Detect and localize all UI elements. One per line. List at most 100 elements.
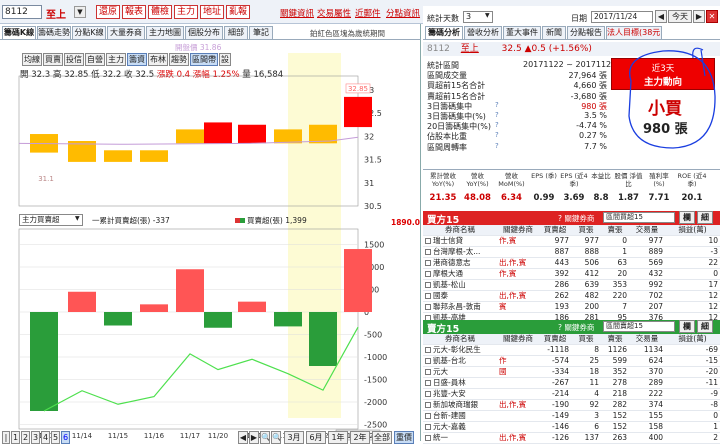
page-button-1[interactable]: 1 [11,431,20,444]
page-button-2[interactable]: 2 [21,431,30,444]
today-button[interactable]: 今天 [668,10,692,23]
broker-name-text: 凱基-台北 [433,356,466,365]
buy-period-select[interactable]: 區間買超15 [603,212,675,223]
fin-value-0: 21.35 [429,193,457,203]
table-row[interactable]: 台灣摩根-太... 887 888 1 889 -3 [423,246,720,258]
indicator-select[interactable]: 主力買賣超 [19,214,83,226]
broker-name-text: 元大 [433,367,448,376]
date-input[interactable]: 2017/11/24 [591,11,653,23]
column-header[interactable]: 關鍵券商 [497,334,539,345]
buy-detail-button[interactable]: 細 [697,211,713,224]
handwriting-annotation [628,47,716,149]
range-button-2[interactable]: 1年 [328,431,348,444]
sell-grid: 券商名稱 關鍵券商 買賣超 買張 賣張 交易量 損益(萬) 元大-彰化民生 -1118 8 1126… [423,334,720,444]
table-row[interactable]: 元大-彰化民生 -1118 8 1126 1134 -69 [423,344,720,356]
table-row[interactable]: 元大-嘉義 -146 6 152 158 1 [423,421,720,433]
row-checkbox[interactable] [425,435,431,441]
row-checkbox[interactable] [425,304,431,310]
row-checkbox[interactable] [425,260,431,266]
range-button-3[interactable]: 2年 [350,431,370,444]
buy-column-button[interactable]: 欄 [679,211,695,224]
table-row[interactable]: 港商德意志 出,作,賓 443 506 63 569 22 [423,257,720,269]
prev-icon[interactable]: ◀ [238,431,248,444]
table-row[interactable]: 元大 國 -334 18 352 370 -20 [423,366,720,378]
restore-button[interactable]: 還原 [96,5,120,19]
range-button-4[interactable]: 全部 [372,431,392,444]
next-day-button[interactable]: ▶ [693,10,705,23]
column-header[interactable]: 賣張 [601,334,629,345]
page-button-3[interactable]: 3 [31,431,40,444]
column-header[interactable]: 券商名稱 [423,334,497,345]
table-row[interactable]: 聯邦永昌-敦南 賓 193 200 7 207 12 [423,301,720,313]
sell-period-select[interactable]: 區間賣超15 [603,321,675,332]
column-header[interactable]: 買賣超 [539,334,571,345]
page-button-6[interactable]: 6 [61,431,70,444]
table-row[interactable]: 統一 出,作,賓 -126 137 263 400 2 [423,432,720,444]
broker-name: 凱基-台北 [423,355,497,367]
row-checkbox[interactable] [425,391,431,397]
broker-name: 台新-建國 [423,410,497,422]
link-key-info[interactable]: 關鍵資訊 [280,7,314,19]
zoom-in-icon[interactable]: 🔍 [260,431,270,444]
pager-first-icon[interactable]: | [2,431,10,444]
row-checkbox[interactable] [425,358,431,364]
column-header[interactable]: 賣張 [601,225,629,236]
main-force-button[interactable]: 主力 [174,5,198,19]
range-button-1[interactable]: 6月 [306,431,326,444]
column-header[interactable]: 損益(萬) [665,225,720,236]
column-header[interactable]: 買張 [571,334,601,345]
days-select-arrow[interactable]: ▼ [485,12,490,19]
column-header[interactable]: 交易量 [629,334,665,345]
row-checkbox[interactable] [425,249,431,255]
column-header[interactable]: 關鍵券商 [497,225,539,236]
row-checkbox[interactable] [425,424,431,430]
column-header[interactable]: 交易量 [629,225,665,236]
zoom-out-icon[interactable]: 🔍 [271,431,281,444]
row-checkbox[interactable] [425,271,431,277]
table-row[interactable]: 國泰 出,作,賓 262 482 220 702 12 [423,290,720,302]
row-checkbox[interactable] [425,293,431,299]
range-button-0[interactable]: 3月 [284,431,304,444]
row-checkbox[interactable] [425,402,431,408]
table-row[interactable]: 台新-建國 -149 3 152 155 0 [423,410,720,422]
page-button-4[interactable]: 4 [41,431,50,444]
sell-column-button[interactable]: 欄 [679,320,695,333]
row-checkbox[interactable] [425,369,431,375]
row-checkbox[interactable] [425,282,431,288]
next-icon[interactable]: ▶ [249,431,259,444]
row-checkbox[interactable] [425,380,431,386]
table-row[interactable]: 新加坡商瑞銀 出,作,賓 -190 92 282 374 -8 [423,399,720,411]
column-header[interactable]: 買張 [571,225,601,236]
table-cell: 18 [571,366,601,378]
column-header[interactable]: 券商名稱 [423,225,497,236]
checkup-button[interactable]: 體檢 [148,5,172,19]
report-button[interactable]: 報表 [122,5,146,19]
column-header[interactable]: 買賣超 [539,225,571,236]
net-bar-3 [140,304,168,312]
table-row[interactable]: 凱基-松山 286 639 353 992 17 [423,279,720,291]
column-header[interactable]: 損益(萬) [665,334,720,345]
row-checkbox[interactable] [425,238,431,244]
table-row[interactable]: 兆豐-大安 -214 4 218 222 -9 [423,388,720,400]
indicator-select-arrow[interactable]: ▼ [75,215,80,222]
stock-code-input[interactable]: 8112 [2,5,42,19]
row-checkbox[interactable] [425,413,431,419]
table-row[interactable]: 摩根大通 作,賓 392 412 20 432 0 [423,268,720,280]
range-button-5[interactable]: 重價 [394,431,414,444]
page-button-5[interactable]: 5 [51,431,60,444]
address-button[interactable]: 地址 [200,5,224,19]
y-tick-upper: 32 [364,132,374,141]
link-mail[interactable]: 近郵件 [355,7,381,19]
table-row[interactable]: 日盛-員林 -267 11 278 289 -11 [423,377,720,389]
chaos-button[interactable]: 亂報 [226,5,250,19]
sell-detail-button[interactable]: 細 [697,320,713,333]
link-trade-attr[interactable]: 交易屬性 [317,7,351,19]
dropdown-icon[interactable]: ▼ [74,6,86,18]
row-checkbox[interactable] [425,347,431,353]
prev-day-button[interactable]: ◀ [655,10,667,23]
close-icon[interactable]: ✕ [706,10,718,23]
link-branch-info[interactable]: 分點資訊 [386,7,420,19]
table-row[interactable]: 瑞士信貸 作,賓 977 977 0 977 10 [423,235,720,247]
price-indicator-chart[interactable]: 3332.53231.53130.531.132.85150010005000-… [0,24,421,441]
table-row[interactable]: 凱基-台北 作 -574 25 599 624 -15 [423,355,720,367]
